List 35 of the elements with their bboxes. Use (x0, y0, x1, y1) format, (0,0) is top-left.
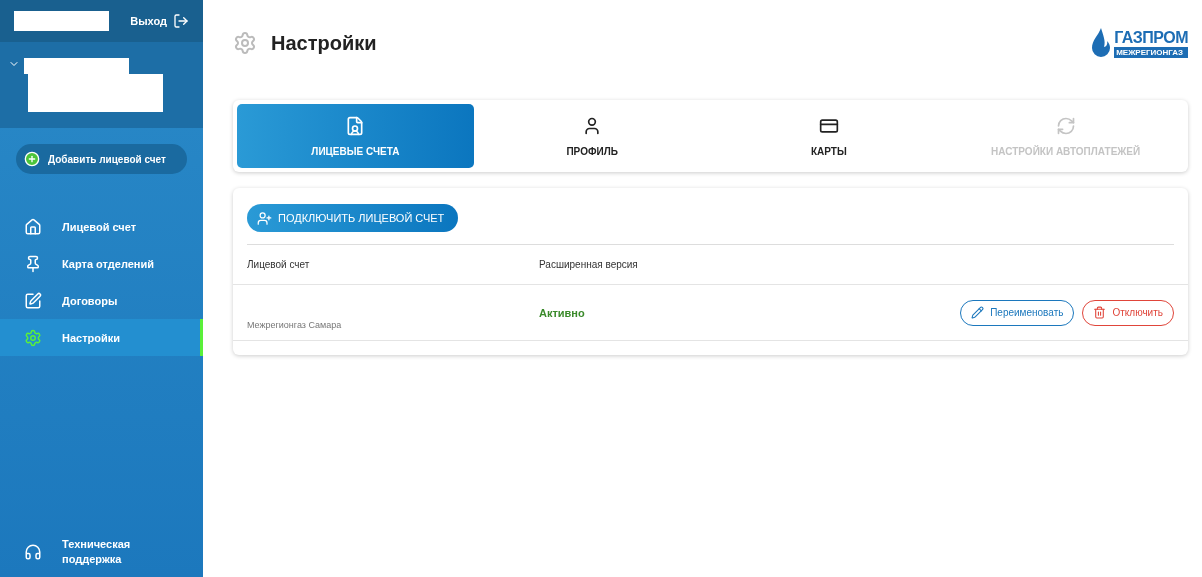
tab[interactable]: ПРОФИЛЬ (473, 104, 711, 168)
logo-subtitle: МЕЖРЕГИОНГАЗ (1114, 46, 1188, 58)
pin-icon (24, 254, 42, 273)
headset-icon (24, 543, 42, 561)
settings-icon (233, 31, 257, 55)
nav-item[interactable]: Настройки (0, 319, 203, 356)
refresh-icon (1055, 115, 1076, 136)
flame-icon (1090, 27, 1113, 59)
column-header: Расширенная версия (539, 259, 639, 270)
connect-account-button[interactable]: ПОДКЛЮЧИТЬ ЛИЦЕВОЙ СЧЕТ (247, 204, 459, 232)
pencil-icon (971, 306, 985, 319)
logout-link[interactable]: Выход (130, 13, 189, 29)
nav-item[interactable]: Договоры (0, 282, 203, 319)
logout-icon (173, 13, 189, 29)
nav-item[interactable]: Карта отделений (0, 245, 203, 282)
disconnect-button[interactable]: Отключить (1082, 299, 1174, 326)
home-icon (24, 217, 42, 236)
settings-icon (24, 328, 42, 347)
support-label: Техническая поддержка (62, 537, 132, 567)
tab[interactable]: КАРТЫ (710, 104, 948, 168)
page-title: Настройки (271, 31, 378, 55)
nav-item[interactable]: Лицевой счет (0, 208, 203, 245)
document-icon (345, 115, 366, 136)
logo-name: ГАЗПРОМ (1114, 28, 1188, 47)
account-name: Межрегионгаз Самара (247, 320, 343, 332)
column-header: Лицевой счет (247, 259, 311, 270)
trash-icon (1093, 306, 1107, 319)
add-account-button[interactable]: Добавить лицевой счет (16, 144, 187, 174)
tab[interactable]: ЛИЦЕВЫЕ СЧЕТА (237, 104, 474, 168)
plus-icon (24, 151, 40, 167)
edit-icon (24, 291, 42, 310)
rename-button[interactable]: Переименовать (960, 299, 1075, 326)
support-link[interactable]: Техническая поддержка (0, 537, 203, 577)
user-plus-icon (257, 210, 272, 226)
status-label: Активно (539, 306, 586, 319)
